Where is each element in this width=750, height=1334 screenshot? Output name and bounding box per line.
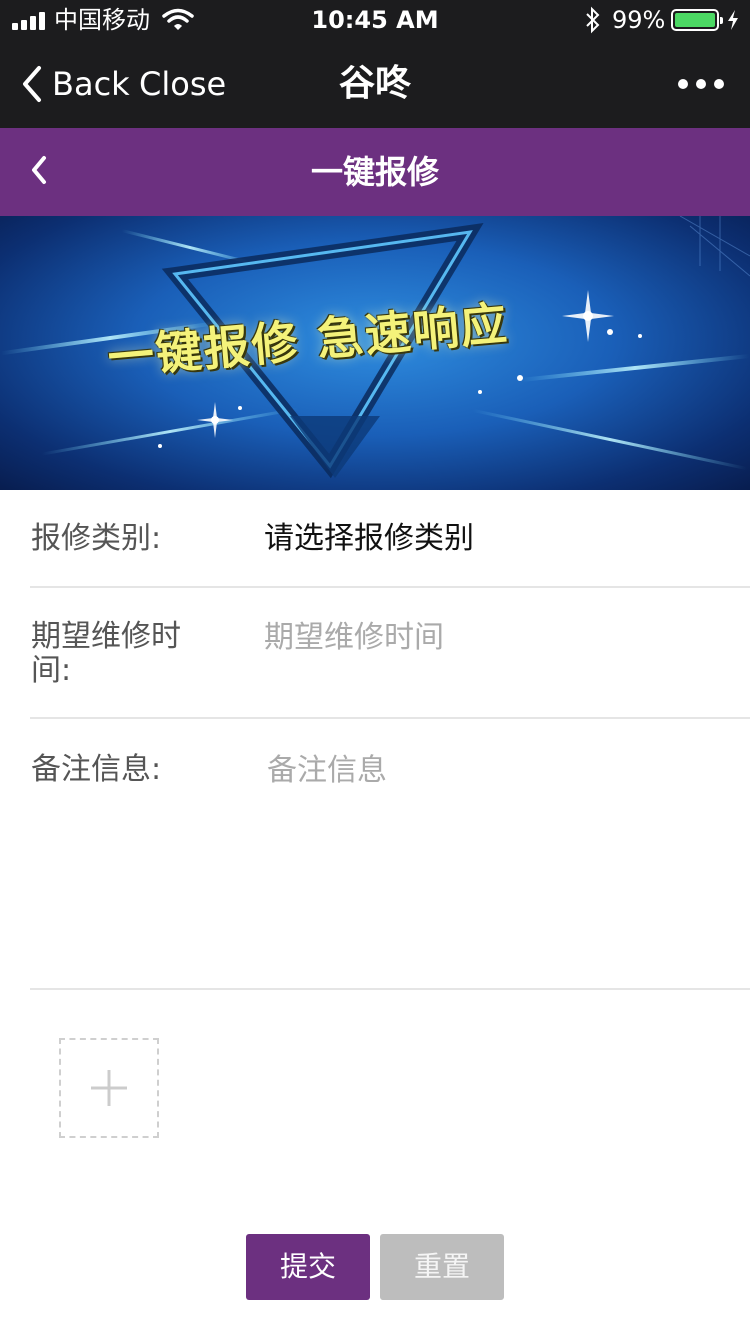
battery-icon <box>671 9 723 31</box>
expected-time-label-line1: 期望维修时 <box>31 619 181 654</box>
page-header: 一键报修 <box>0 128 750 216</box>
more-options-icon[interactable] <box>678 76 724 90</box>
expected-time-label-line2: 间: <box>31 653 72 688</box>
plus-icon <box>91 1070 127 1106</box>
notes-textarea[interactable]: 备注信息 <box>267 753 387 789</box>
notes-label: 备注信息: <box>31 752 162 787</box>
status-bar: 中国移动 10:45 AM 99% <box>0 0 750 40</box>
battery-percentage: 99% <box>612 6 666 34</box>
category-label: 报修类别: <box>31 521 162 556</box>
banner-image: 一键报修 急速响应 <box>0 216 750 490</box>
page-title: 一键报修 <box>310 153 439 191</box>
category-row[interactable]: 报修类别: 请选择报修类别 <box>0 490 750 588</box>
charging-icon <box>728 10 738 30</box>
divider <box>30 988 750 990</box>
add-photo-button[interactable] <box>59 1038 159 1138</box>
expected-time-input[interactable]: 期望维修时间 <box>264 620 444 656</box>
expected-time-row[interactable]: 期望维修时 间: 期望维修时间 <box>0 588 750 718</box>
reset-button[interactable]: 重置 <box>380 1234 504 1300</box>
notes-row[interactable]: 备注信息: 备注信息 <box>0 719 750 989</box>
wechat-page-title: 谷咚 <box>338 63 411 104</box>
category-select[interactable]: 请选择报修类别 <box>264 521 474 557</box>
bluetooth-icon <box>586 6 600 34</box>
battery-level-fill <box>675 13 715 27</box>
wechat-nav-bar: Back Close 谷咚 <box>0 40 750 128</box>
submit-button[interactable]: 提交 <box>246 1234 370 1300</box>
